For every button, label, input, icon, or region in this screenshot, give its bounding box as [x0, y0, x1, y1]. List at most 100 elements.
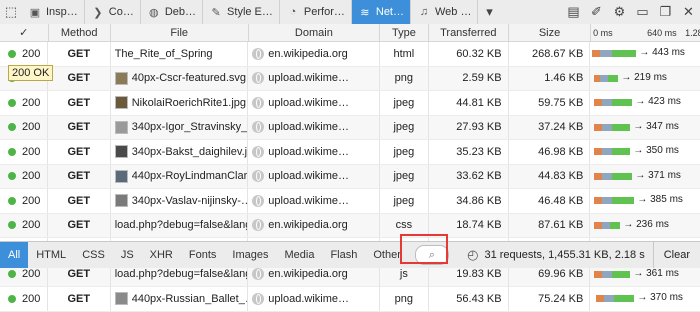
thumbnail-image — [114, 292, 128, 306]
scratchpad-icon[interactable]: ✐ — [585, 4, 608, 20]
request-row[interactable]: 200 GET The_Rite_of_Spring en.wikipedia.… — [0, 42, 700, 67]
request-row[interactable]: 200 GET NikolaiRoerichRite1.jpg upload.w… — [0, 91, 700, 116]
request-row[interactable]: 200 GET load.php?debug=false&lang… en.wi… — [0, 213, 700, 238]
method-cell: GET — [48, 42, 111, 66]
network-summary[interactable]: ◴ 31 requests, 1,455.31 KB, 2.18 s — [467, 247, 653, 263]
type-cell: jpeg — [380, 91, 429, 115]
tab-label: Web … — [435, 6, 472, 18]
filter-js[interactable]: JS — [113, 242, 142, 268]
file-name: 440px-RoyLindmanClar… — [131, 170, 249, 183]
settings-icon[interactable]: ⚙ — [608, 4, 631, 20]
request-row[interactable]: 200 GET 40px-Cscr-featured.svg… upload.w… — [0, 66, 700, 91]
filter-images[interactable]: Images — [224, 242, 276, 268]
filter-html[interactable]: HTML — [28, 242, 74, 268]
waterfall-cell: → 385 ms — [590, 189, 700, 213]
globe-icon — [252, 219, 265, 232]
header-waterfall[interactable]: 0 ms 640 ms 1.28 — [591, 24, 700, 41]
status-ok-icon — [8, 98, 16, 107]
globe-icon — [252, 194, 265, 207]
transferred-cell: 27.93 KB — [429, 115, 509, 139]
header-size[interactable]: Size — [509, 24, 592, 41]
timing-bar — [594, 99, 633, 106]
domain-name: upload.wikime… — [268, 145, 349, 158]
status-code: 200 — [22, 47, 41, 60]
header-status[interactable]: ✓ — [0, 24, 49, 41]
timing-label: → 347 ms — [633, 120, 679, 132]
transferred-cell: 60.32 KB — [429, 42, 509, 66]
timing-bar — [594, 221, 621, 229]
timing-label: → 236 ms — [623, 218, 669, 230]
file-cell: NikolaiRoerichRite1.jpg — [111, 91, 249, 115]
file-cell: 440px-Russian_Ballet_… — [111, 287, 249, 311]
tab-label: Deb… — [164, 6, 197, 18]
filter-flash[interactable]: Flash — [322, 242, 365, 268]
tab-network[interactable]: ≋ Net… — [351, 0, 411, 24]
header-method[interactable]: Method — [49, 24, 111, 41]
type-cell: jpeg — [380, 164, 429, 188]
dock-icon[interactable]: ▭ — [631, 4, 654, 20]
file-name: 40px-Cscr-featured.svg… — [131, 72, 249, 85]
domain-cell: upload.wikime… — [248, 91, 380, 115]
waterfall-cell: → 347 ms — [590, 116, 700, 140]
filter-css[interactable]: CSS — [74, 242, 113, 268]
tab-debugger[interactable]: ◍ Deb… — [141, 0, 204, 24]
globe-icon — [252, 292, 265, 305]
clear-button[interactable]: Clear — [652, 242, 700, 268]
domain-cell: upload.wikime… — [248, 287, 380, 311]
file-name: 340px-Bakst_daighilev.j… — [131, 145, 249, 158]
network-icon: ≋ — [360, 6, 370, 19]
header-transferred[interactable]: Transferred — [429, 24, 509, 41]
waterfall-cell: → 423 ms — [590, 91, 700, 115]
domain-name: upload.wikime… — [268, 292, 349, 305]
type-cell: jpeg — [380, 140, 429, 164]
type-cell: html — [380, 42, 429, 66]
status-ok-icon — [8, 221, 16, 230]
debugger-icon: ◍ — [149, 6, 159, 19]
timing-bar — [596, 295, 635, 302]
method-cell: GET — [48, 164, 111, 188]
file-name: load.php?debug=false&lang… — [114, 268, 249, 281]
method-cell: GET — [48, 189, 111, 213]
filter-all[interactable]: All — [0, 242, 29, 268]
waterfall-cell: → 370 ms — [590, 287, 700, 311]
web-audio-icon: ♫ — [419, 6, 429, 18]
thumbnail-image — [114, 96, 128, 110]
request-row[interactable]: 200 GET 440px-Russian_Ballet_… upload.wi… — [0, 287, 700, 312]
request-list: 200 GET The_Rite_of_Spring en.wikipedia.… — [0, 42, 700, 312]
domain-name: upload.wikime… — [268, 72, 349, 85]
timing-label: → 361 ms — [633, 267, 679, 279]
header-file[interactable]: File — [111, 24, 249, 41]
tabs-overflow-icon[interactable]: ▾ — [478, 0, 500, 24]
tab-label: Insp… — [46, 6, 78, 18]
domain-cell: upload.wikime… — [248, 164, 380, 188]
domain-cell: upload.wikime… — [248, 140, 380, 164]
status-ok-icon — [8, 147, 16, 156]
header-domain[interactable]: Domain — [249, 24, 381, 41]
tab-performance[interactable]: ◔ Perfor… — [280, 0, 352, 24]
pick-element-icon[interactable]: ⬚ — [0, 0, 22, 24]
file-name: NikolaiRoerichRite1.jpg — [131, 96, 247, 109]
split-console-icon[interactable]: ▤ — [562, 4, 585, 20]
request-row[interactable]: 200 GET 340px-Igor_Stravinsky_… upload.w… — [0, 115, 700, 140]
tab-style-editor[interactable]: ✎ Style E… — [203, 0, 280, 24]
waterfall-tick-0: 0 ms — [593, 27, 613, 38]
dock-window-icon[interactable]: ❐ — [654, 4, 677, 20]
filter-media[interactable]: Media — [276, 242, 322, 268]
tab-inspector[interactable]: ▣ Insp… — [22, 0, 85, 24]
header-type[interactable]: Type — [380, 24, 429, 41]
request-row[interactable]: 200 GET 340px-Bakst_daighilev.j… upload.… — [0, 140, 700, 165]
waterfall-cell: → 219 ms — [590, 67, 700, 91]
tab-web-audio[interactable]: ♫ Web … — [411, 0, 479, 24]
file-name: load.php?debug=false&lang… — [114, 219, 249, 232]
type-cell: jpeg — [380, 189, 429, 213]
transferred-cell: 44.81 KB — [429, 91, 509, 115]
request-row[interactable]: 200 GET 440px-RoyLindmanClar… upload.wik… — [0, 164, 700, 189]
domain-name: upload.wikime… — [268, 170, 349, 183]
close-icon[interactable]: ✕ — [677, 4, 700, 20]
request-row[interactable]: 200 GET 340px-Vaslav-nijinsky-… upload.w… — [0, 189, 700, 214]
tab-console[interactable]: ❯ Co… — [85, 0, 141, 24]
timing-bar — [594, 123, 631, 131]
filter-xhr[interactable]: XHR — [142, 242, 181, 268]
domain-cell: en.wikipedia.org — [248, 42, 380, 66]
filter-fonts[interactable]: Fonts — [181, 242, 225, 268]
